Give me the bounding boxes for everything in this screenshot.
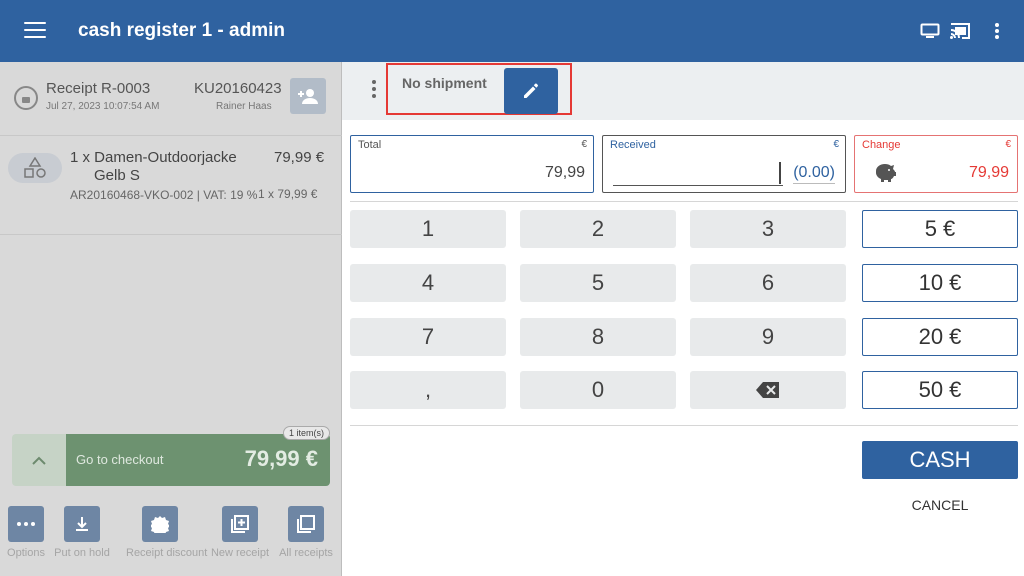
total-field: Total € 79,99 <box>350 135 594 193</box>
new-receipt-button[interactable]: New receipt <box>206 506 274 559</box>
backspace-key[interactable] <box>690 371 846 409</box>
receipt-line-item[interactable]: 1 x Damen-Outdoorjacke Gelb S 79,99 € AR… <box>0 137 342 235</box>
menu-icon[interactable] <box>24 22 46 40</box>
cast-icon[interactable] <box>948 18 972 44</box>
shipment-bar: No shipment <box>342 62 1024 120</box>
received-field[interactable]: Received € (0.00) <box>602 135 846 193</box>
received-value: (0.00) <box>793 164 835 184</box>
expand-button[interactable] <box>12 434 66 486</box>
change-currency: € <box>1005 139 1011 150</box>
lock-icon <box>14 86 38 110</box>
key-9[interactable]: 9 <box>690 318 846 356</box>
receipt-discount-label: Receipt discount <box>126 547 208 559</box>
all-receipts-label: All receipts <box>279 547 333 559</box>
customer-name: Rainer Haas <box>216 101 272 112</box>
customer-id: KU20160423 <box>194 80 282 97</box>
receipt-discount-button[interactable]: Receipt discount <box>126 506 208 559</box>
received-label: Received <box>610 139 656 151</box>
key-5[interactable]: 5 <box>520 264 676 302</box>
change-label: Change <box>862 139 901 151</box>
checkout-total: 79,99 € <box>244 446 318 471</box>
item-price: 79,99 € <box>274 149 325 166</box>
total-currency: € <box>581 139 587 150</box>
item-count-badge: 1 item(s) <box>282 426 330 440</box>
all-receipts-button[interactable]: All receipts <box>272 506 340 559</box>
quick-amount-20[interactable]: 20 € <box>862 318 1018 356</box>
shipment-label: No shipment <box>402 75 487 91</box>
receipt-date: Jul 27, 2023 10:07:54 AM <box>46 101 160 112</box>
received-currency: € <box>833 139 839 150</box>
chevron-up-icon <box>32 456 46 465</box>
key-2[interactable]: 2 <box>520 210 676 248</box>
item-unit-price: 1 x 79,99 € <box>258 187 318 201</box>
shipment-box: No shipment <box>386 63 572 115</box>
monitor-icon[interactable] <box>918 18 942 44</box>
key-6[interactable]: 6 <box>690 264 846 302</box>
change-value: 79,99 <box>968 164 1009 181</box>
key-1[interactable]: 1 <box>350 210 506 248</box>
key-comma[interactable]: , <box>350 371 506 409</box>
library-add-icon <box>222 506 258 542</box>
edit-shipment-button[interactable] <box>504 68 558 114</box>
key-0[interactable]: 0 <box>520 371 676 409</box>
product-shapes-icon <box>8 153 62 183</box>
quick-amount-10[interactable]: 10 € <box>862 264 1018 302</box>
more-horiz-icon <box>8 506 44 542</box>
received-input[interactable] <box>613 160 783 186</box>
total-label: Total <box>358 139 382 151</box>
shipment-menu-icon[interactable] <box>372 80 376 100</box>
cash-button[interactable]: CASH <box>862 441 1018 479</box>
download-icon <box>64 506 100 542</box>
new-receipt-label: New receipt <box>210 547 270 559</box>
person-add-icon <box>298 89 318 104</box>
backspace-icon <box>756 382 779 398</box>
quick-amount-50[interactable]: 50 € <box>862 371 1018 409</box>
app-title: cash register 1 - admin <box>78 20 285 41</box>
key-7[interactable]: 7 <box>350 318 506 356</box>
checkout-label: Go to checkout <box>76 452 164 467</box>
key-3[interactable]: 3 <box>690 210 846 248</box>
receipt-panel: Receipt R-0003 Jul 27, 2023 10:07:54 AM … <box>0 62 342 576</box>
total-value: 79,99 <box>544 164 585 181</box>
change-field: Change € 79,99 <box>854 135 1018 193</box>
key-8[interactable]: 8 <box>520 318 676 356</box>
receipt-header: Receipt R-0003 Jul 27, 2023 10:07:54 AM … <box>0 62 342 136</box>
pencil-icon <box>524 83 538 98</box>
text-cursor <box>779 162 781 184</box>
receipt-actions: Options Put on hold Receipt discount New… <box>0 506 342 566</box>
item-sku: AR20160468-VKO-002 | VAT: 19 % <box>70 188 258 202</box>
put-on-hold-label: Put on hold <box>54 547 110 559</box>
divider-bottom <box>350 425 1018 426</box>
filter-none-icon <box>288 506 324 542</box>
app-bar: cash register 1 - admin <box>0 0 1024 62</box>
item-title-line1: 1 x Damen-Outdoorjacke <box>70 149 237 166</box>
item-title: 1 x Damen-Outdoorjacke Gelb S <box>70 149 270 185</box>
piggy-bank-icon <box>873 162 897 187</box>
divider-top <box>350 201 1018 202</box>
go-to-checkout-button[interactable]: Go to checkout 79,99 € 1 item(s) <box>66 426 330 486</box>
more-vert-icon[interactable] <box>990 18 1004 44</box>
item-title-line2: Gelb S <box>94 167 140 184</box>
key-4[interactable]: 4 <box>350 264 506 302</box>
discount-badge-icon <box>142 506 178 542</box>
quick-amount-5[interactable]: 5 € <box>862 210 1018 248</box>
put-on-hold-button[interactable]: Put on hold <box>48 506 116 559</box>
checkout-bar: Go to checkout 79,99 € 1 item(s) <box>12 426 330 486</box>
add-customer-button[interactable] <box>290 78 326 114</box>
receipt-number: Receipt R-0003 <box>46 80 151 97</box>
cancel-button[interactable]: CANCEL <box>862 497 1018 517</box>
